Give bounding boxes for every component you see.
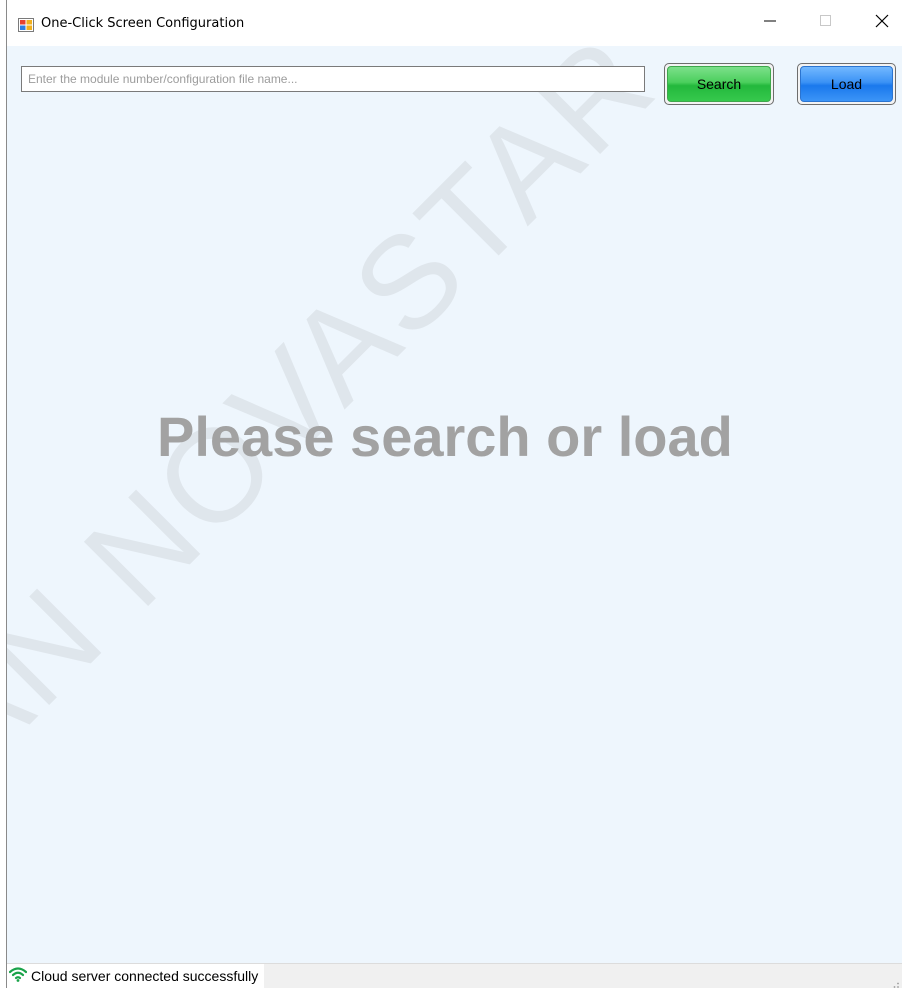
app-window: One-Click Screen Configuration XIAN NOVA… [6, 0, 902, 988]
resize-grip-icon[interactable] [890, 976, 900, 988]
app-icon [18, 17, 34, 33]
window-title: One-Click Screen Configuration [41, 16, 245, 31]
status-bar: Cloud server connected successfully [7, 963, 902, 988]
status-text: Cloud server connected successfully [31, 968, 259, 984]
close-icon [875, 14, 889, 33]
search-input[interactable] [21, 66, 645, 92]
status-panel: Cloud server connected successfully [7, 964, 265, 988]
watermark: XIAN NOVASTAR TECH CO [7, 46, 902, 892]
maximize-icon [820, 14, 832, 32]
title-bar[interactable]: One-Click Screen Configuration [7, 0, 902, 46]
empty-state-message: Please search or load [157, 405, 733, 468]
main-panel: XIAN NOVASTAR TECH CO Search Load Please… [7, 46, 902, 963]
empty-state: Please search or load [157, 404, 733, 469]
maximize-button[interactable] [803, 0, 849, 46]
close-button[interactable] [859, 0, 902, 46]
search-button-label: Search [667, 66, 771, 102]
load-button[interactable]: Load [797, 63, 896, 105]
load-button-label: Load [800, 66, 893, 102]
search-button[interactable]: Search [664, 63, 774, 105]
minimize-button[interactable] [747, 0, 793, 46]
wifi-icon [8, 966, 28, 987]
minimize-icon [764, 14, 776, 32]
